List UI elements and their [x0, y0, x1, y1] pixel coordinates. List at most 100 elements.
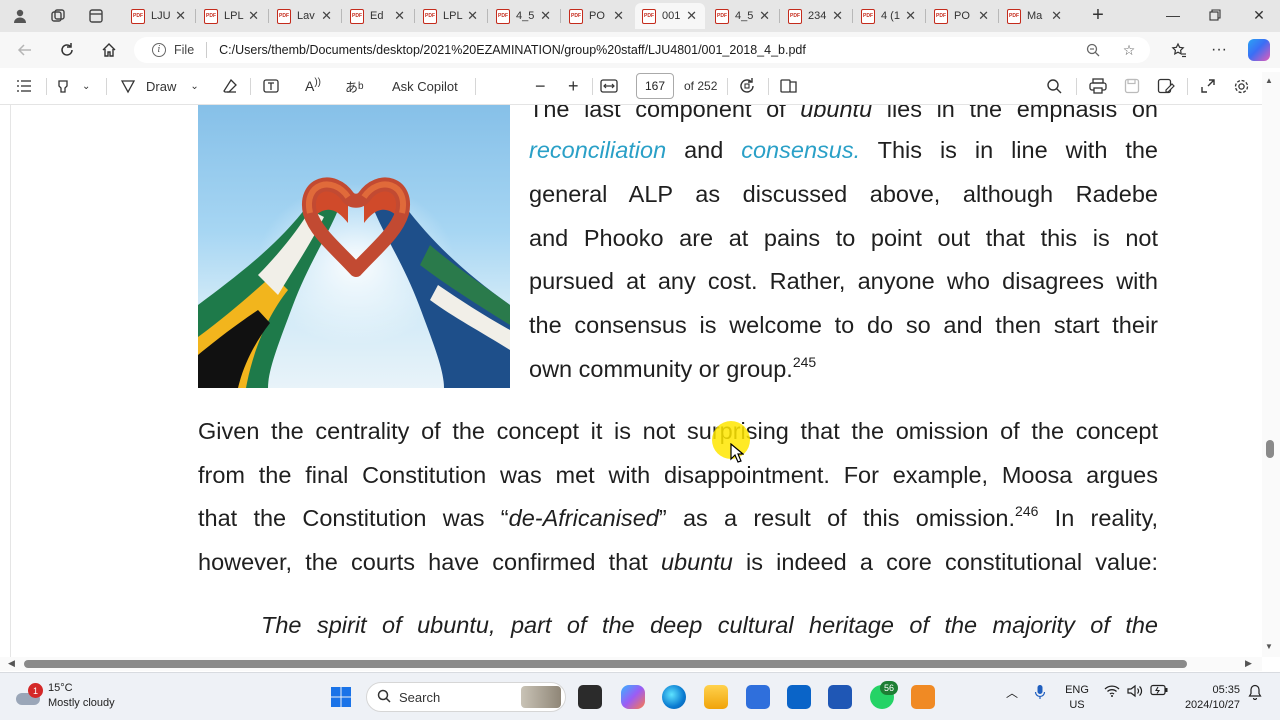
- file-explorer-icon[interactable]: [704, 685, 728, 709]
- store-icon[interactable]: [746, 685, 770, 709]
- more-menu-icon[interactable]: ···: [1208, 39, 1230, 61]
- browser-tab[interactable]: PDF 234 ✕: [781, 3, 851, 29]
- notifications-icon[interactable]: [1248, 684, 1262, 703]
- tray-chevron-icon[interactable]: ︿: [1006, 684, 1018, 701]
- browser-tab[interactable]: PDF 4_5 ✕: [708, 3, 778, 29]
- tab-close-icon[interactable]: ✕: [175, 8, 186, 24]
- info-icon[interactable]: i: [152, 43, 166, 57]
- volume-icon[interactable]: [1127, 684, 1143, 701]
- browser-tab[interactable]: PDF Lav ✕: [270, 3, 340, 29]
- browser-tab[interactable]: PDF LPL ✕: [416, 3, 486, 29]
- page-number-input[interactable]: 167: [636, 73, 674, 99]
- tab-close-icon[interactable]: ✕: [394, 8, 405, 24]
- browser-tab[interactable]: PDF PO ✕: [927, 3, 997, 29]
- scroll-thumb[interactable]: [1266, 440, 1274, 458]
- favorites-icon[interactable]: [1168, 39, 1190, 61]
- rotate-icon[interactable]: [738, 76, 756, 96]
- profile-icon[interactable]: [10, 6, 30, 26]
- draw-chevron-icon[interactable]: ⌄: [190, 81, 198, 92]
- favorite-star-icon[interactable]: ☆: [1120, 41, 1138, 59]
- photos-app-icon[interactable]: [911, 685, 935, 709]
- tab-close-icon[interactable]: ✕: [248, 8, 259, 24]
- save-icon[interactable]: [1124, 76, 1140, 96]
- footnote-ref[interactable]: 245: [793, 354, 816, 370]
- copilot-app-icon[interactable]: [621, 685, 645, 709]
- read-aloud-icon[interactable]: A)): [305, 76, 321, 96]
- tab-close-icon[interactable]: ✕: [759, 8, 770, 24]
- para1-line0: The last component of ubuntu lies in the…: [529, 105, 1158, 122]
- edge-icon[interactable]: [662, 685, 686, 709]
- outlook-icon[interactable]: [787, 685, 811, 709]
- text-box-icon[interactable]: [263, 76, 279, 96]
- battery-icon[interactable]: [1150, 684, 1168, 699]
- browser-tab[interactable]: PDF 4_5 ✕: [489, 3, 559, 29]
- scroll-up-icon[interactable]: ▲: [1265, 76, 1273, 85]
- browser-tab[interactable]: PDF 001 ✕: [635, 3, 705, 29]
- clock[interactable]: 05:35 2024/10/27: [1180, 683, 1240, 713]
- vertical-scrollbar[interactable]: ▲ ▼: [1262, 72, 1280, 657]
- fit-width-icon[interactable]: [600, 76, 618, 96]
- scroll-right-icon[interactable]: ▶: [1245, 658, 1252, 669]
- horizontal-scrollbar[interactable]: ◀ ▶: [0, 657, 1262, 671]
- new-tab-button[interactable]: +: [1088, 4, 1108, 26]
- microphone-icon[interactable]: [1034, 684, 1046, 703]
- restore-button[interactable]: [1202, 4, 1228, 26]
- scroll-left-icon[interactable]: ◀: [8, 658, 15, 669]
- translate-icon[interactable]: あb: [345, 76, 364, 96]
- back-button[interactable]: [14, 39, 36, 61]
- tab-close-icon[interactable]: ✕: [686, 8, 697, 24]
- zoom-icon[interactable]: [1084, 41, 1102, 59]
- copilot-icon[interactable]: [1248, 39, 1270, 61]
- find-icon[interactable]: [1046, 76, 1062, 96]
- highlight-chevron-icon[interactable]: ⌄: [82, 81, 90, 92]
- tab-close-icon[interactable]: ✕: [832, 8, 843, 24]
- tab-close-icon[interactable]: ✕: [905, 8, 916, 24]
- browser-tab[interactable]: PDF PO ✕: [562, 3, 632, 29]
- contents-icon[interactable]: [16, 76, 32, 96]
- start-icon[interactable]: [329, 685, 353, 709]
- tab-close-icon[interactable]: ✕: [467, 8, 478, 24]
- fullscreen-icon[interactable]: [1200, 76, 1216, 96]
- home-button[interactable]: [98, 39, 120, 61]
- eraser-icon[interactable]: [222, 76, 238, 96]
- minimize-button[interactable]: —: [1160, 4, 1186, 26]
- save-as-icon[interactable]: [1157, 76, 1175, 96]
- footnote-ref[interactable]: 246: [1015, 503, 1038, 519]
- address-field[interactable]: i File C:/Users/themb/Documents/desktop/…: [134, 37, 1150, 63]
- word-icon[interactable]: [828, 685, 852, 709]
- workspaces-icon[interactable]: [48, 6, 68, 26]
- scroll-down-icon[interactable]: ▼: [1265, 642, 1273, 651]
- task-view-icon[interactable]: [578, 685, 602, 709]
- scroll-thumb[interactable]: [24, 660, 1187, 668]
- refresh-button[interactable]: [56, 39, 78, 61]
- tab-close-icon[interactable]: ✕: [321, 8, 332, 24]
- tab-close-icon[interactable]: ✕: [978, 8, 989, 24]
- draw-button[interactable]: Draw ⌄: [120, 76, 199, 96]
- taskbar: 1 15°C Mostly cloudy Search 56 ︿ ENG US: [0, 672, 1280, 720]
- browser-tab[interactable]: PDF LJU ✕: [124, 3, 194, 29]
- tab-close-icon[interactable]: ✕: [540, 8, 551, 24]
- browser-tab[interactable]: PDF LPL ✕: [197, 3, 267, 29]
- print-icon[interactable]: [1089, 76, 1107, 96]
- ask-copilot-button[interactable]: Ask Copilot: [392, 76, 458, 96]
- pdf-viewer[interactable]: The last component of ubuntu lies in the…: [0, 105, 1280, 657]
- highlight-icon[interactable]: ⌄: [56, 76, 90, 96]
- tab-actions-icon[interactable]: [86, 6, 106, 26]
- language-indicator[interactable]: ENG US: [1062, 683, 1092, 713]
- page-view-icon[interactable]: [780, 76, 798, 96]
- close-window-button[interactable]: ✕: [1246, 4, 1272, 26]
- tab-close-icon[interactable]: ✕: [1051, 8, 1062, 24]
- browser-tab[interactable]: PDF Ed ✕: [343, 3, 413, 29]
- weather-widget[interactable]: 1 15°C Mostly cloudy: [16, 681, 115, 711]
- settings-gear-icon[interactable]: [1233, 76, 1250, 96]
- browser-tab[interactable]: PDF 4 (1 ✕: [854, 3, 924, 29]
- pdf-file-icon: PDF: [788, 8, 802, 24]
- zoom-in-icon[interactable]: +: [568, 76, 579, 96]
- browser-tab[interactable]: PDF Ma ✕: [1000, 3, 1070, 29]
- taskbar-search[interactable]: Search: [366, 682, 566, 712]
- tab-close-icon[interactable]: ✕: [613, 8, 624, 24]
- zoom-out-icon[interactable]: −: [535, 76, 546, 96]
- url-text[interactable]: C:/Users/themb/Documents/desktop/2021%20…: [219, 43, 806, 57]
- ask-copilot-label: Ask Copilot: [392, 78, 458, 94]
- wifi-icon[interactable]: [1104, 684, 1120, 701]
